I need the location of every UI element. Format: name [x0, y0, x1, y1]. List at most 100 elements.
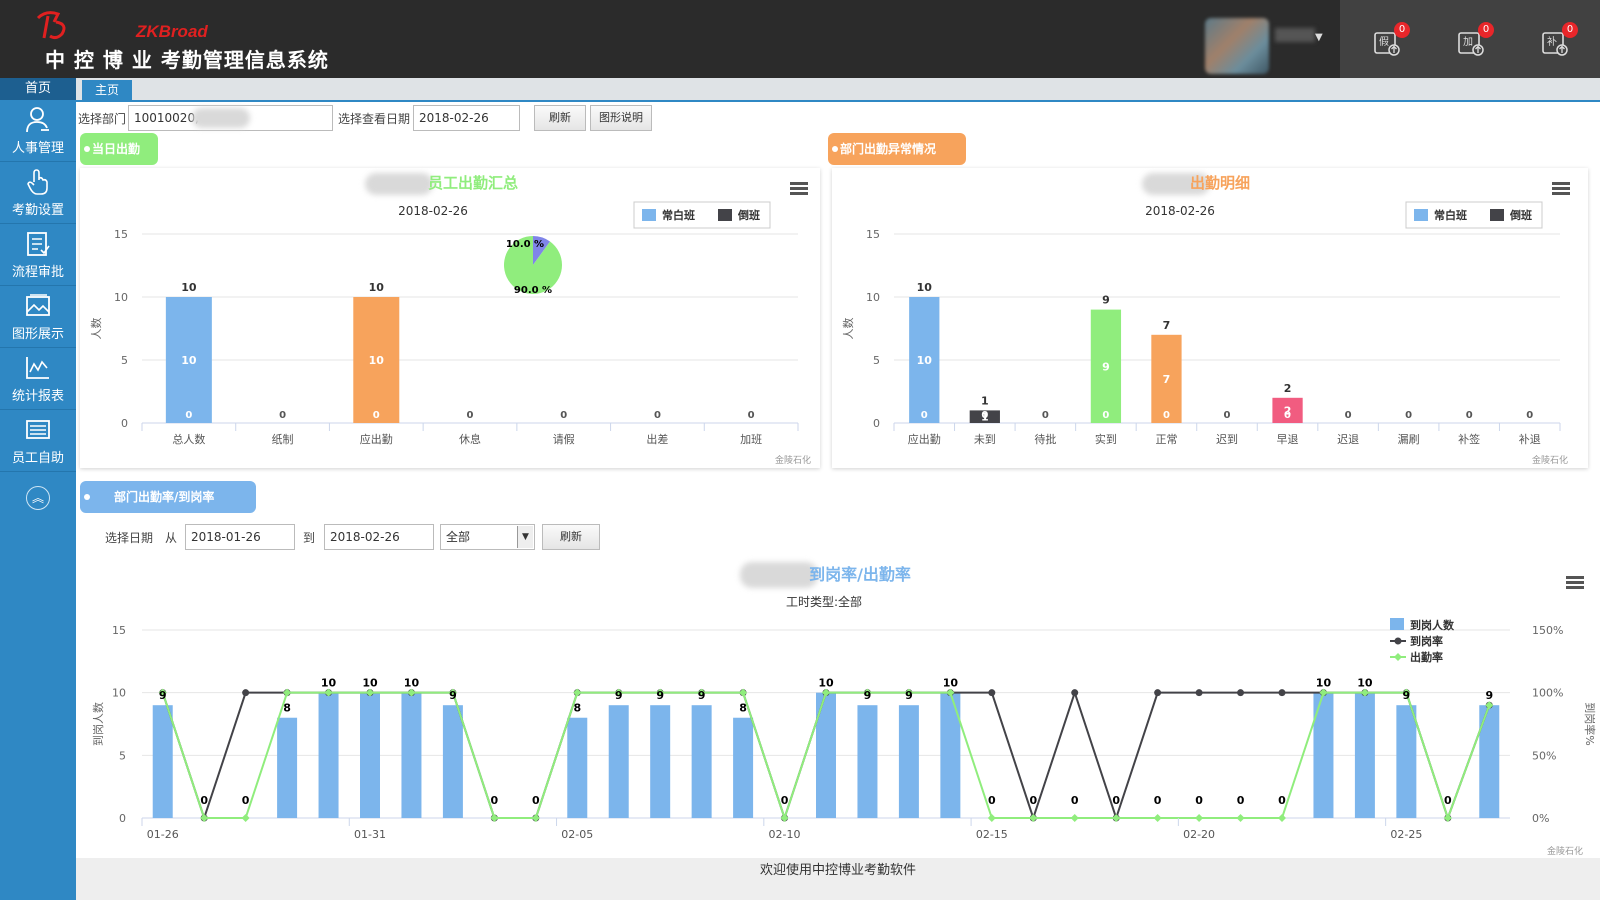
pie-label: 10.0 % [506, 239, 544, 250]
data-label: 10 [1316, 677, 1332, 690]
legend-swatch [1390, 618, 1404, 630]
data-label: 0 [654, 410, 661, 421]
refresh-button[interactable]: 刷新 [534, 105, 586, 131]
x-tick-label: 应出勤 [360, 432, 393, 446]
data-label: 0 [532, 794, 540, 807]
legend-item: 常白班 [662, 208, 695, 222]
nav-home[interactable]: 首页 [0, 78, 76, 100]
x-tick-label: 01-26 [147, 828, 179, 841]
line-point [283, 688, 292, 697]
user-name-blurred [1275, 28, 1315, 42]
nav-item-workflow[interactable]: 流程审批 [0, 224, 76, 286]
data-label: 9 [1403, 689, 1411, 702]
data-label: 9 [1102, 294, 1110, 307]
data-label: 9 [615, 689, 623, 702]
data-label: 2 [1284, 382, 1292, 395]
legend-swatch [1414, 209, 1428, 221]
rate-date-label: 选择日期 [105, 531, 154, 545]
nav-item-self-service[interactable]: 员工自助 [0, 410, 76, 472]
leave-badge: 0 [1394, 22, 1410, 38]
x-tick-label: 应出勤 [908, 432, 941, 446]
left-nav: 首页 人事管理 考勤设置 流程审批 图形展示 统计报表 员工自助 ︽ [0, 78, 76, 900]
system-title: 中 控 博 业 考勤管理信息系统 [45, 48, 329, 72]
data-label: 9 [905, 689, 913, 702]
section-today-label: 当日出勤 [92, 142, 141, 156]
nav-item-graphics[interactable]: 图形展示 [0, 286, 76, 348]
x-tick-label: 纸制 [272, 433, 294, 446]
data-label: 0 [1071, 794, 1079, 807]
leave-request-button[interactable]: 假 0 [1372, 22, 1410, 58]
data-label: 0 [1102, 410, 1109, 421]
view-date-value: 2018-02-26 [419, 111, 489, 125]
y-tick-label: 0 [873, 417, 880, 430]
x-tick-label: 休息 [459, 432, 481, 446]
chart-legend: 到岗人数到岗率出勤率 [1390, 618, 1455, 664]
y2-tick-label: 50% [1532, 749, 1556, 762]
overtime-badge: 0 [1478, 22, 1494, 38]
y-tick-label: 10 [112, 687, 126, 700]
dept-label: 选择部门 [78, 112, 127, 126]
section-tag-today: 当日出勤 [80, 133, 158, 165]
data-label: 0 [1029, 794, 1037, 807]
data-label: 0 [1224, 410, 1231, 421]
line-point [1237, 689, 1245, 697]
rate-from-value: 2018-01-26 [191, 530, 261, 544]
data-label: 8 [739, 702, 747, 715]
y-tick-label: 5 [121, 354, 128, 367]
x-tick-label: 实到 [1095, 432, 1117, 446]
data-label: 0 [1112, 794, 1120, 807]
credits-label: 金陵石化 [1547, 847, 1584, 857]
rate-to-input[interactable]: 2018-02-26 [324, 524, 434, 550]
data-label: 10 [181, 281, 197, 294]
data-label: 0 [1405, 410, 1412, 421]
chart-subtitle: 2018-02-26 [398, 204, 468, 218]
supplement-badge: 0 [1562, 22, 1578, 38]
collapse-up-button[interactable]: ︽ [26, 486, 50, 510]
line-point [1195, 689, 1203, 697]
data-label: 10 [818, 677, 834, 690]
data-label: 9 [656, 689, 664, 702]
data-label: 0 [185, 410, 192, 421]
data-label: 0 [1042, 410, 1049, 421]
nav-item-attendance-settings[interactable]: 考勤设置 [0, 162, 76, 224]
supplement-request-button[interactable]: 补 0 [1540, 22, 1578, 58]
y-axis-label: 人数 [90, 318, 103, 340]
redacted-blur [192, 108, 250, 128]
chart-explain-button[interactable]: 图形说明 [590, 105, 652, 131]
app-header: ZKBroad 中 控 博 业 考勤管理信息系统 ▼ 假 0 加 0 补 0 [0, 0, 1600, 78]
document-icon [27, 232, 50, 256]
x-tick-label: 补签 [1458, 432, 1480, 446]
data-label: 9 [1102, 360, 1110, 373]
x-tick-label: 迟退 [1337, 433, 1359, 446]
bar [608, 705, 629, 818]
legend-marker [1394, 637, 1402, 645]
line-point [1071, 689, 1079, 697]
data-label: 9 [864, 689, 872, 702]
bar [360, 692, 380, 818]
line-chart-icon [26, 357, 49, 379]
overtime-request-button[interactable]: 加 0 [1456, 22, 1494, 58]
credits-label: 金陵石化 [1532, 456, 1569, 466]
y-tick-label: 0 [119, 812, 126, 825]
chart-title: 员工出勤汇总 [428, 174, 518, 192]
chevron-down-icon: ▼ [1315, 32, 1323, 43]
data-label: 0 [1345, 410, 1352, 421]
worktype-select[interactable]: 全部 ▼ [440, 524, 535, 550]
nav-item-reports[interactable]: 统计报表 [0, 348, 76, 410]
chart-legend: 常白班 倒班 [633, 201, 771, 229]
rate-to-label: 到 [303, 531, 316, 545]
date-label: 选择查看日期 [338, 112, 411, 126]
x-tick-label: 02-15 [976, 828, 1008, 841]
user-menu[interactable]: ▼ [1205, 14, 1325, 74]
x-tick-label: 早退 [1277, 433, 1299, 446]
rate-from-input[interactable]: 2018-01-26 [185, 524, 295, 550]
data-label: 10 [369, 354, 385, 367]
x-tick-label: 漏刷 [1398, 433, 1420, 446]
bar [442, 705, 463, 818]
section-abnormal-label: 部门出勤异常情况 [840, 142, 937, 156]
view-date-input[interactable]: 2018-02-26 [413, 105, 520, 131]
tab-main[interactable]: 主页 [82, 80, 132, 100]
nav-item-personnel[interactable]: 人事管理 [0, 100, 76, 162]
legend-item: 到岗率 [1410, 634, 1443, 648]
rate-refresh-button[interactable]: 刷新 [542, 524, 600, 550]
